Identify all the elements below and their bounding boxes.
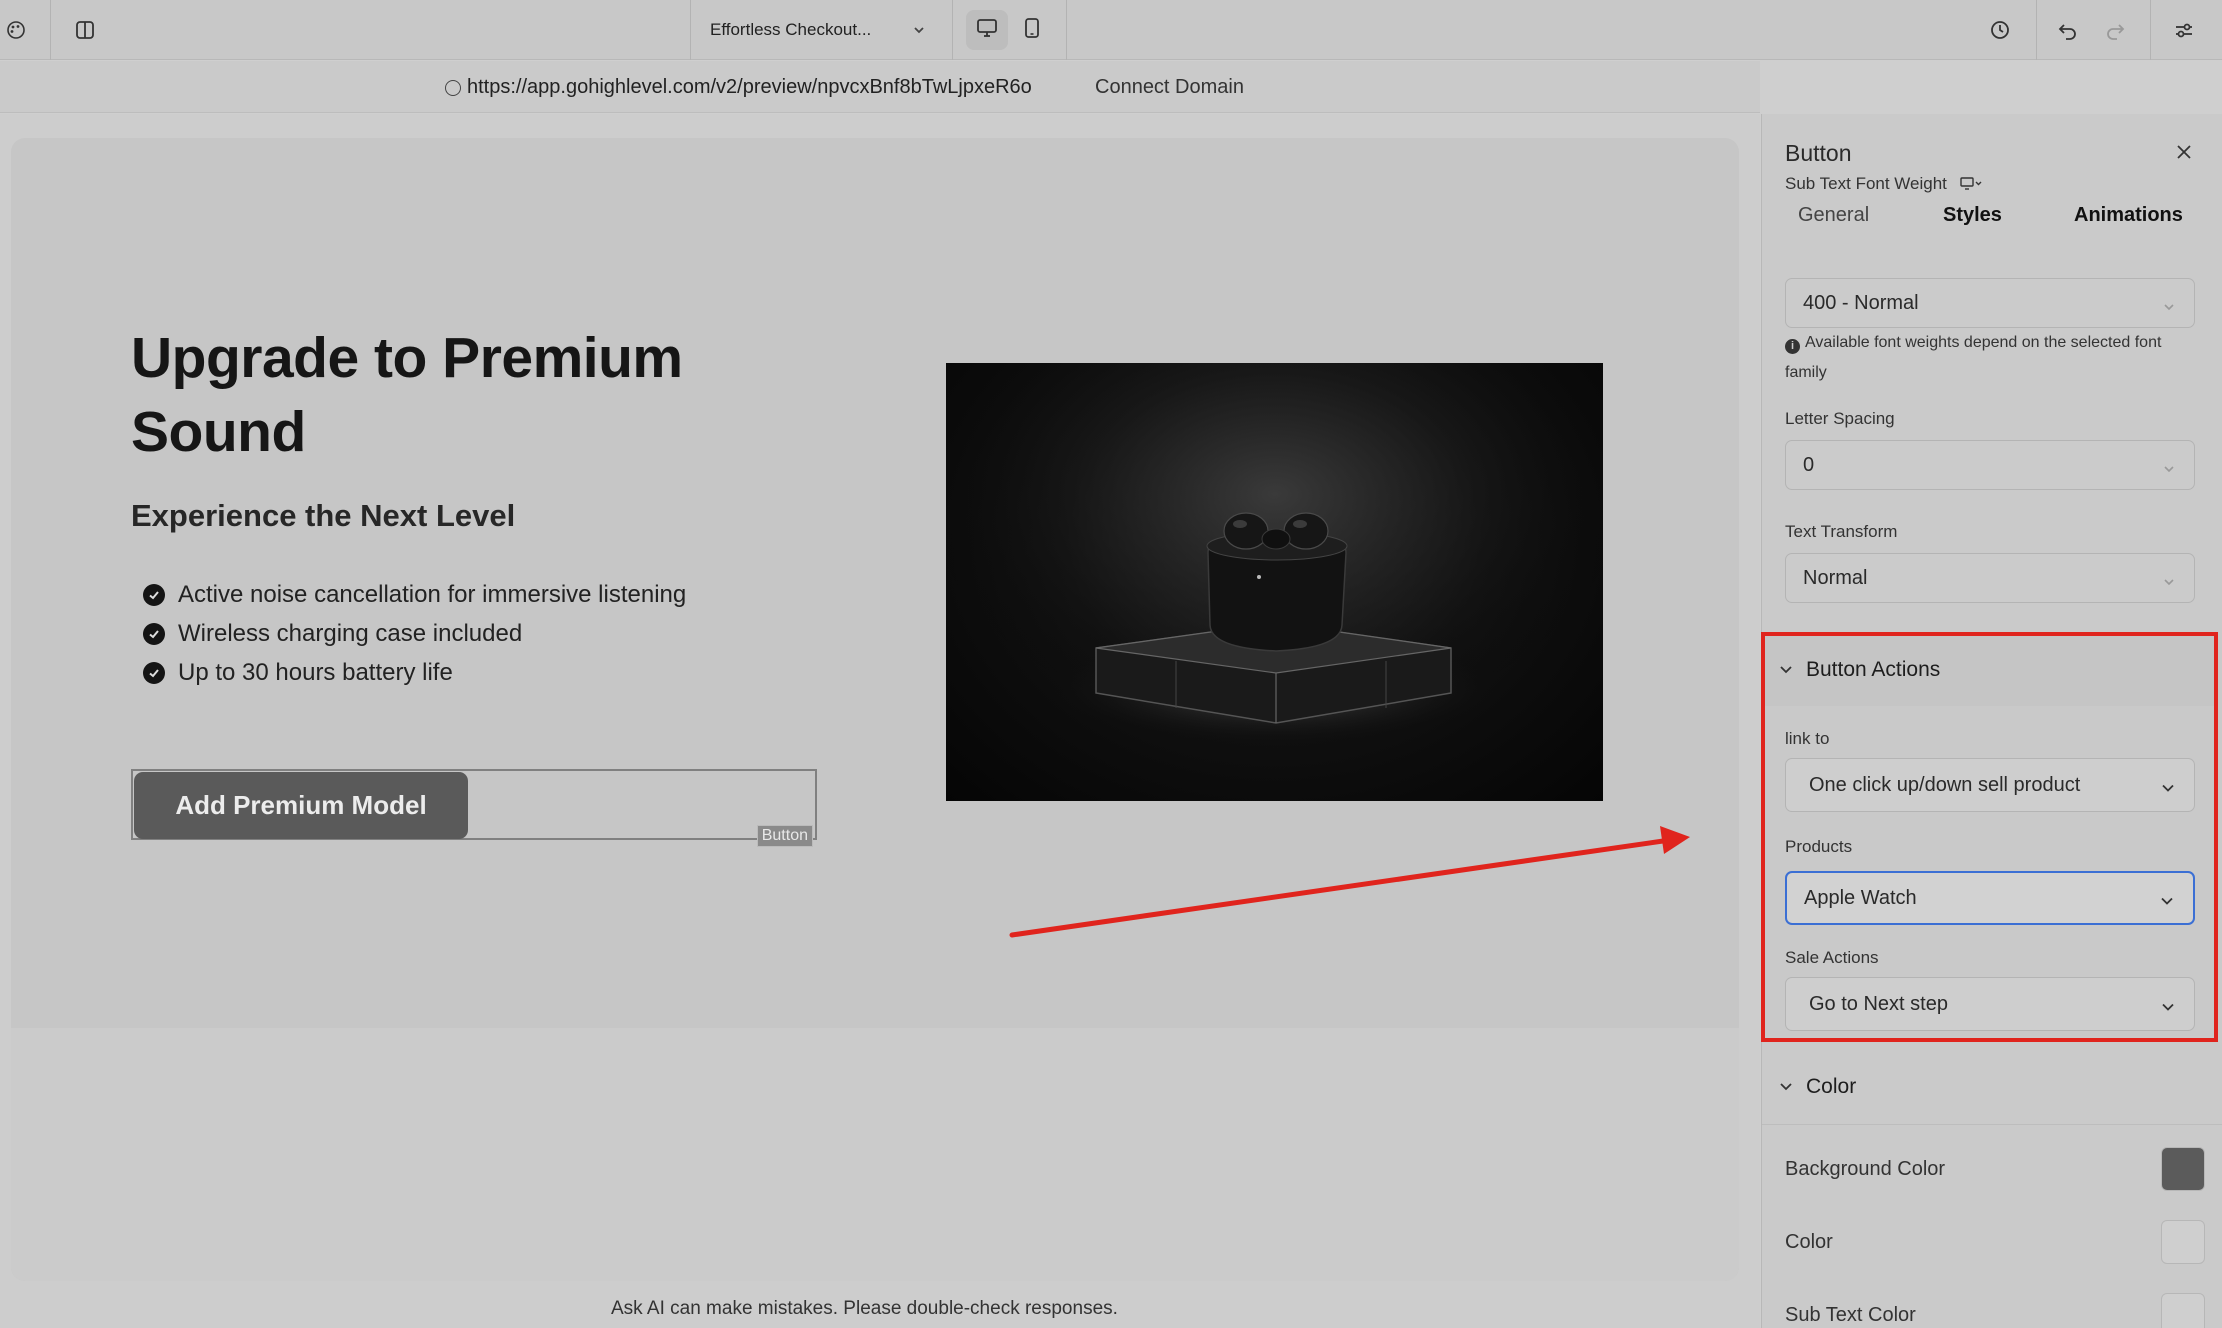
sub-text-font-weight-value: 400 - Normal [1803, 291, 1919, 314]
font-weight-hint: i Available font weights depend on the se… [1785, 328, 2205, 388]
product-image[interactable] [946, 363, 1603, 801]
palette-icon[interactable] [0, 10, 36, 50]
sidebar-toggle-icon[interactable] [65, 10, 105, 50]
sub-text-color-row: Sub Text Color [1785, 1292, 2205, 1328]
earbuds-on-pedestal-illustration [946, 363, 1603, 801]
close-icon[interactable] [2170, 138, 2198, 166]
preview-url-bar: https://app.gohighlevel.com/v2/preview/n… [0, 61, 1760, 113]
letter-spacing-label: Letter Spacing [1785, 409, 1895, 428]
page-section[interactable]: Upgrade to Premium Sound Experience the … [11, 138, 1739, 1281]
page-name: Effortless Checkout... [710, 20, 872, 39]
list-item: Active noise cancellation for immersive … [143, 575, 686, 614]
toolbar-divider [952, 0, 953, 60]
settings-panel: Button General Styles Animations Sub Tex… [1761, 114, 2222, 1328]
tab-styles[interactable]: Styles [1943, 204, 2002, 227]
settings-sliders-icon[interactable] [2164, 10, 2204, 50]
toolbar-divider [2150, 0, 2151, 60]
desktop-icon [1959, 176, 1982, 196]
letter-spacing-input[interactable]: 0 [1785, 440, 2195, 490]
section-lower-area [11, 1028, 1739, 1281]
sub-text-font-weight-select[interactable]: 400 - Normal [1785, 278, 2195, 328]
text-color-label: Color [1785, 1230, 1833, 1253]
products-label: Products [1785, 837, 1853, 856]
letter-spacing-value: 0 [1803, 453, 1815, 476]
sub-text-font-weight-text: Sub Text Font Weight [1785, 174, 1947, 193]
sub-text-color-swatch[interactable] [2161, 1293, 2205, 1328]
history-icon[interactable] [1980, 10, 2020, 50]
feature-list[interactable]: Active noise cancellation for immersive … [143, 575, 686, 692]
products-select[interactable]: Apple Watch [1785, 871, 2195, 925]
info-icon: i [1785, 338, 1800, 354]
toolbar-divider [1066, 0, 1067, 60]
feature-text: Active noise cancellation for immersive … [178, 580, 687, 608]
chevron-down-icon [912, 22, 926, 42]
preview-url-link[interactable]: https://app.gohighlevel.com/v2/preview/n… [467, 76, 1032, 99]
list-item: Up to 30 hours battery life [143, 653, 686, 692]
chevron-down-icon [1777, 661, 1795, 685]
connect-domain-link[interactable]: Connect Domain [1095, 76, 1244, 99]
desktop-view-button[interactable] [966, 10, 1008, 50]
check-circle-icon [143, 661, 165, 684]
button-actions-title: Button Actions [1806, 658, 1941, 681]
background-color-swatch[interactable] [2161, 1147, 2205, 1191]
feature-text: Up to 30 hours battery life [178, 658, 453, 686]
toolbar-divider [2036, 0, 2037, 60]
add-premium-model-button[interactable]: Add Premium Model [134, 772, 468, 839]
desktop-icon [976, 18, 998, 43]
undo-icon[interactable] [2048, 10, 2088, 50]
chevron-down-icon [2159, 892, 2175, 915]
panel-title: Button [1785, 140, 1852, 166]
mobile-view-button[interactable] [1011, 10, 1053, 50]
button-actions-section-header[interactable]: Button Actions [1762, 634, 2222, 706]
page-subheadline[interactable]: Experience the Next Level [131, 498, 515, 534]
background-color-label: Background Color [1785, 1157, 1946, 1180]
chevron-down-icon [2160, 779, 2176, 802]
element-type-tag: Button [756, 825, 813, 847]
color-section-header[interactable]: Color [1762, 1051, 2222, 1123]
page-headline[interactable]: Upgrade to Premium Sound [131, 321, 831, 469]
link-to-value: One click up/down sell product [1809, 773, 2081, 796]
chevron-down-icon [1777, 1078, 1795, 1102]
sale-actions-label: Sale Actions [1785, 948, 1879, 967]
color-section-title: Color [1806, 1075, 1857, 1098]
builder-canvas: Upgrade to Premium Sound Experience the … [0, 114, 1760, 1328]
text-color-row: Color [1785, 1219, 2205, 1265]
redo-icon[interactable] [2095, 10, 2135, 50]
text-transform-select[interactable]: Normal [1785, 553, 2195, 603]
sub-text-font-weight-label: Sub Text Font Weight [1785, 174, 1982, 196]
section-divider [1762, 1124, 2222, 1125]
sale-actions-value: Go to Next step [1809, 992, 1948, 1015]
chevron-down-icon [2162, 297, 2176, 320]
text-transform-label: Text Transform [1785, 522, 1898, 541]
chevron-down-icon [2162, 459, 2176, 482]
sale-actions-select[interactable]: Go to Next step [1785, 977, 2195, 1031]
page-selector[interactable]: Effortless Checkout... [690, 0, 950, 60]
text-color-swatch[interactable] [2161, 1220, 2205, 1264]
font-weight-hint-text: Available font weights depend on the sel… [1785, 334, 2162, 381]
feature-text: Wireless charging case included [178, 619, 523, 647]
tab-animations[interactable]: Animations [2074, 204, 2183, 227]
products-value: Apple Watch [1804, 886, 1917, 909]
selected-button-frame[interactable]: Add Premium Model Button [131, 769, 817, 847]
chevron-down-icon [2160, 998, 2176, 1021]
list-item: Wireless charging case included [143, 614, 686, 653]
tab-general[interactable]: General [1798, 204, 1869, 227]
toolbar-divider [50, 0, 51, 60]
ai-disclaimer: Ask AI can make mistakes. Please double-… [611, 1298, 1118, 1319]
check-circle-icon [143, 583, 165, 606]
link-to-label: link to [1785, 729, 1830, 748]
background-color-row: Background Color [1785, 1146, 2205, 1192]
check-circle-icon [143, 622, 165, 645]
panel-tabs: General Styles Animations [1762, 204, 2222, 248]
link-to-select[interactable]: One click up/down sell product [1785, 758, 2195, 812]
top-toolbar: Effortless Checkout... [0, 0, 2222, 60]
chevron-down-icon [2162, 572, 2176, 595]
sub-text-color-label: Sub Text Color [1785, 1303, 1916, 1326]
text-transform-value: Normal [1803, 566, 1868, 589]
mobile-icon [1024, 17, 1040, 44]
globe-icon [445, 80, 461, 96]
